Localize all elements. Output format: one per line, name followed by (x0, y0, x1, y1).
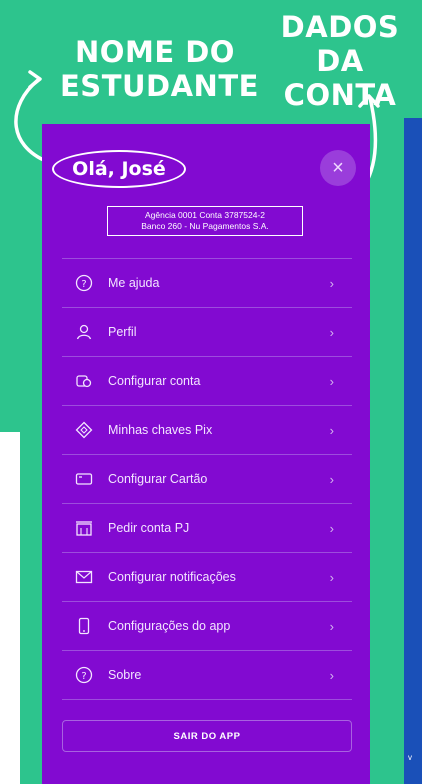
chevron-right-icon: › (329, 471, 334, 487)
close-icon: × (332, 156, 344, 179)
menu-item-label: Perfil (108, 325, 137, 339)
menu-item-label: Me ajuda (108, 276, 160, 290)
side-menu: Olá, José × Agência 0001 Conta 3787524-2… (42, 124, 370, 784)
blue-panel-fragment: v (408, 753, 412, 762)
menu-item-label: Pedir conta PJ (108, 521, 190, 535)
info-icon: ? (74, 665, 94, 685)
menu-item-card-settings[interactable]: Configurar Cartão › (62, 455, 352, 504)
phone-icon (74, 616, 94, 636)
menu-item-label: Configurar notificações (108, 570, 236, 584)
account-settings-icon (74, 371, 94, 391)
pix-icon (74, 420, 94, 440)
notification-icon (74, 567, 94, 587)
menu-item-profile[interactable]: Perfil › (62, 308, 352, 357)
help-icon: ? (74, 273, 94, 293)
svg-text:?: ? (81, 671, 86, 682)
account-info: Agência 0001 Conta 3787524-2 Banco 260 -… (107, 206, 303, 236)
menu-item-label: Configurações do app (108, 619, 231, 633)
student-name-arrowhead (28, 70, 42, 89)
chevron-right-icon: › (329, 618, 334, 634)
account-data-annotation: DADOS DA CONTA (255, 10, 422, 112)
menu-item-label: Minhas chaves Pix (108, 423, 213, 437)
chevron-right-icon: › (329, 569, 334, 585)
menu-item-app-settings[interactable]: Configurações do app › (62, 602, 352, 651)
menu-item-about[interactable]: ? Sobre › (62, 651, 352, 700)
menu-list: ? Me ajuda › Perfil › Configurar conta ›… (62, 258, 352, 700)
menu-item-pix-keys[interactable]: Minhas chaves Pix › (62, 406, 352, 455)
student-name-annotation: NOME DO ESTUDANTE (60, 35, 259, 103)
card-icon (74, 469, 94, 489)
greeting-text: Olá, José (52, 150, 186, 188)
background-white-panel (0, 432, 20, 784)
chevron-right-icon: › (329, 667, 334, 683)
close-button[interactable]: × (320, 150, 356, 186)
student-name-annotation-line1: NOME DO (75, 35, 235, 69)
chevron-right-icon: › (329, 422, 334, 438)
background-blue-panel: v (404, 118, 422, 784)
menu-item-help[interactable]: ? Me ajuda › (62, 259, 352, 308)
menu-item-business-account[interactable]: Pedir conta PJ › (62, 504, 352, 553)
account-bank-line: Banco 260 - Nu Pagamentos S.A. (141, 221, 269, 231)
chevron-right-icon: › (329, 324, 334, 340)
student-name-annotation-line2: ESTUDANTE (60, 69, 259, 103)
menu-item-label: Configurar conta (108, 374, 201, 388)
menu-item-notifications[interactable]: Configurar notificações › (62, 553, 352, 602)
account-data-annotation-line2: CONTA (283, 78, 397, 112)
profile-icon (74, 322, 94, 342)
logout-button[interactable]: SAIR DO APP (62, 720, 352, 752)
chevron-right-icon: › (329, 275, 334, 291)
menu-item-account-settings[interactable]: Configurar conta › (62, 357, 352, 406)
menu-item-label: Sobre (108, 668, 142, 682)
business-account-icon (74, 518, 94, 538)
chevron-right-icon: › (329, 373, 334, 389)
svg-text:?: ? (81, 279, 86, 290)
menu-item-label: Configurar Cartão (108, 472, 208, 486)
account-agency-line: Agência 0001 Conta 3787524-2 (144, 210, 266, 220)
account-data-annotation-line1: DADOS DA (280, 10, 400, 78)
chevron-right-icon: › (329, 520, 334, 536)
